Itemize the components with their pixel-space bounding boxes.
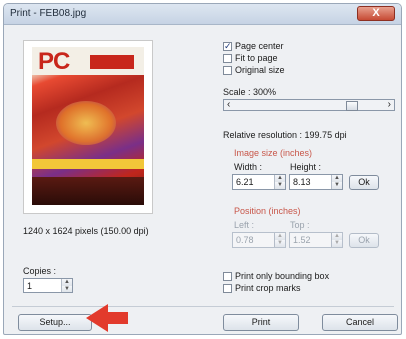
left-up-icon[interactable]: ▲ <box>274 233 285 240</box>
crop-marks-checkbox[interactable] <box>223 284 232 293</box>
cancel-button[interactable]: Cancel <box>322 314 398 331</box>
position-section: Position (inches) <box>234 206 301 216</box>
close-button[interactable]: X <box>357 6 395 21</box>
window-title: Print - FEB08.jpg <box>10 8 87 19</box>
scroll-right-icon[interactable]: › <box>388 99 391 110</box>
copies-down-icon[interactable]: ▼ <box>61 286 72 292</box>
setup-button[interactable]: Setup... <box>18 314 92 331</box>
size-ok-button[interactable]: Ok <box>349 175 379 190</box>
left-label: Left : <box>234 220 255 230</box>
divider <box>12 306 394 307</box>
original-size-label: Original size <box>235 65 285 75</box>
original-size-checkbox[interactable] <box>223 66 232 75</box>
width-input[interactable]: 6.21 ▲ ▼ <box>232 174 286 190</box>
image-size-section: Image size (inches) <box>234 148 313 158</box>
pixel-info: 1240 x 1624 pixels (150.00 dpi) <box>23 226 149 236</box>
crop-marks-label: Print crop marks <box>235 283 301 293</box>
scroll-left-icon[interactable]: ‹ <box>227 99 230 110</box>
position-ok-button[interactable]: Ok <box>349 233 379 248</box>
magazine-cover-image: PC <box>32 47 144 205</box>
annotation-arrow-icon <box>86 304 128 332</box>
copies-input[interactable]: 1 ▲ ▼ <box>23 278 73 293</box>
fit-to-page-checkbox[interactable] <box>223 54 232 63</box>
bounding-box-label: Print only bounding box <box>235 271 330 281</box>
top-up-icon[interactable]: ▲ <box>331 233 342 240</box>
width-label: Width : <box>234 162 263 172</box>
copies-up-icon[interactable]: ▲ <box>61 279 72 286</box>
scale-label: Scale : 300% <box>223 87 277 97</box>
height-down-icon[interactable]: ▼ <box>331 182 342 189</box>
page-center-label: Page center <box>235 41 284 51</box>
print-button[interactable]: Print <box>223 314 299 331</box>
width-down-icon[interactable]: ▼ <box>274 182 285 189</box>
top-label: Top : <box>290 220 310 230</box>
relative-resolution: Relative resolution : 199.75 dpi <box>223 130 347 140</box>
height-input[interactable]: 8.13 ▲ ▼ <box>289 174 343 190</box>
left-down-icon[interactable]: ▼ <box>274 240 285 247</box>
top-input[interactable]: 1.52 ▲ ▼ <box>289 232 343 248</box>
left-input[interactable]: 0.78 ▲ ▼ <box>232 232 286 248</box>
height-label: Height : <box>290 162 322 172</box>
page-center-checkbox[interactable]: ✓ <box>223 42 232 51</box>
print-preview: PC <box>23 40 153 214</box>
width-up-icon[interactable]: ▲ <box>274 175 285 182</box>
top-down-icon[interactable]: ▼ <box>331 240 342 247</box>
copies-label: Copies : <box>23 266 57 276</box>
fit-to-page-label: Fit to page <box>235 53 278 63</box>
scale-slider[interactable]: ‹ › <box>223 99 395 111</box>
bounding-box-checkbox[interactable] <box>223 272 232 281</box>
print-dialog: Print - FEB08.jpg X PC 1240 x 1624 pixel… <box>3 3 402 335</box>
height-up-icon[interactable]: ▲ <box>331 175 342 182</box>
title-bar: Print - FEB08.jpg X <box>4 4 401 25</box>
scale-slider-thumb[interactable] <box>346 101 358 111</box>
cover-logo: PC <box>38 48 70 75</box>
